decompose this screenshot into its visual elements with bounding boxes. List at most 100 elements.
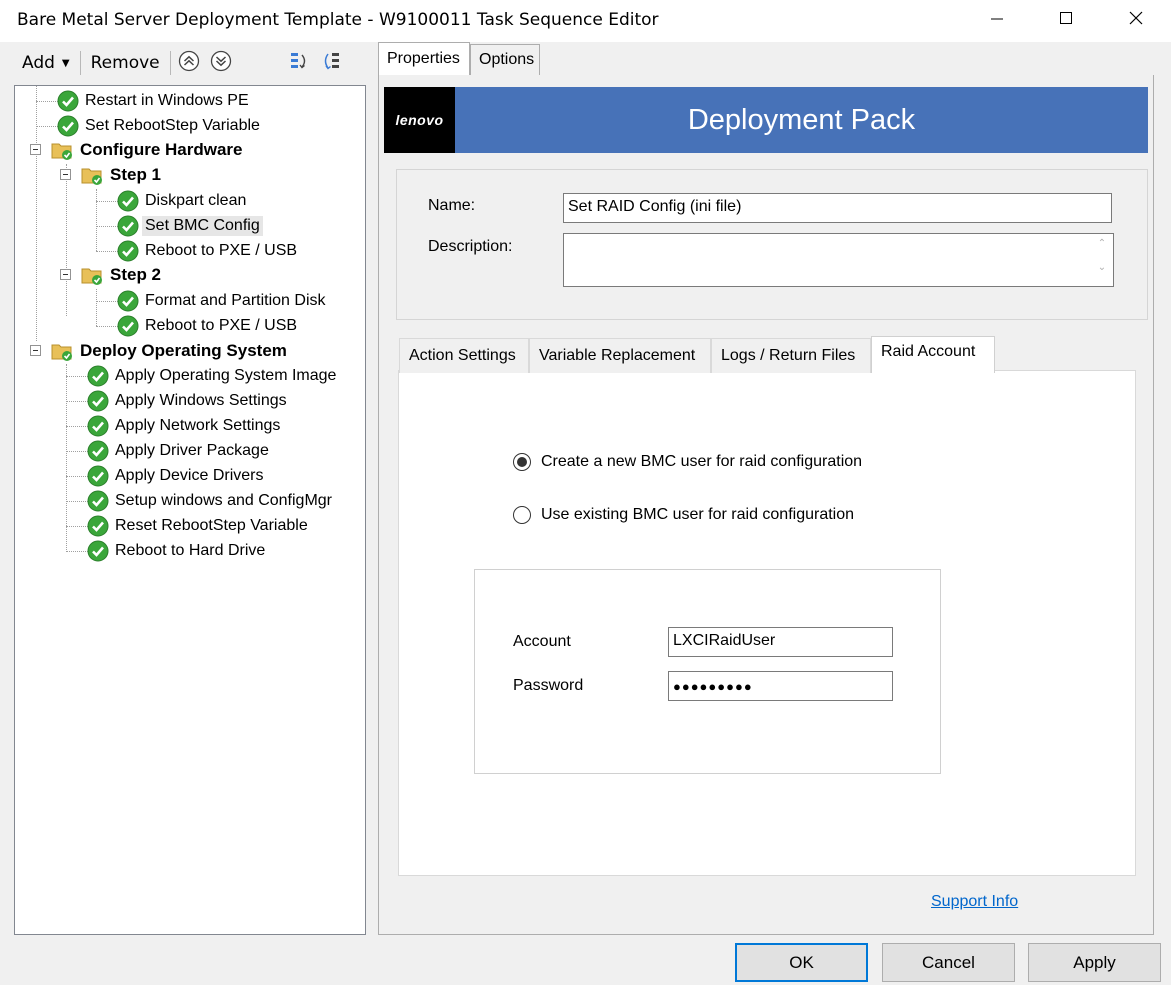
maximize-button[interactable] [1037, 0, 1095, 40]
success-check-icon [87, 365, 109, 387]
scroll-down-icon[interactable]: ⌄ [1095, 262, 1109, 273]
collapse-toggle-deploy-os[interactable] [30, 345, 41, 356]
tree-group[interactable]: Configure Hardware [50, 138, 245, 162]
tree-item[interactable]: Apply Device Drivers [87, 464, 266, 488]
close-button[interactable] [1107, 0, 1165, 40]
sort-icon [320, 50, 342, 77]
ok-button[interactable]: OK [735, 943, 868, 982]
success-check-icon [87, 440, 109, 462]
tree-item-selected[interactable]: Set BMC Config [117, 214, 263, 238]
tree-item-label: Apply Network Settings [115, 417, 281, 434]
tab-properties[interactable]: Properties [378, 42, 470, 75]
close-icon [1129, 11, 1143, 30]
move-up-icon [178, 50, 200, 77]
minimize-button[interactable] [968, 0, 1026, 40]
tree-item[interactable]: Diskpart clean [117, 189, 249, 213]
tree-group[interactable]: Step 2 [80, 263, 164, 287]
tree-item-label: Reboot to Hard Drive [115, 542, 266, 559]
radio-selected-icon [513, 453, 531, 471]
tab-options[interactable]: Options [470, 44, 540, 75]
move-up-button[interactable] [176, 50, 202, 76]
tree-item-label: Reboot to PXE / USB [145, 242, 298, 259]
tree-connector [66, 501, 88, 502]
tree-connector [96, 201, 118, 202]
tree-item[interactable]: Set RebootStep Variable [57, 114, 263, 138]
success-check-icon [117, 190, 139, 212]
tree-connector [36, 86, 37, 341]
success-check-icon [117, 240, 139, 262]
support-info-link[interactable]: Support Info [931, 893, 1018, 911]
collapse-toggle-step-1[interactable] [60, 169, 71, 180]
tree-item[interactable]: Reboot to PXE / USB [117, 314, 300, 338]
description-field[interactable]: ⌃ ⌄ [563, 233, 1114, 287]
move-down-button[interactable] [208, 50, 234, 76]
tree-item-label: Apply Operating System Image [115, 367, 337, 384]
radio-use-existing-user[interactable]: Use existing BMC user for raid configura… [513, 506, 854, 524]
task-sequence-tree[interactable]: Restart in Windows PE Set RebootStep Var… [14, 85, 366, 935]
tree-item[interactable]: Format and Partition Disk [117, 289, 329, 313]
success-check-icon [117, 315, 139, 337]
tree-item[interactable]: Apply Network Settings [87, 414, 283, 438]
tree-item-label: Diskpart clean [145, 192, 247, 209]
tab-action-settings[interactable]: Action Settings [399, 338, 529, 373]
success-check-icon [87, 390, 109, 412]
tree-connector [66, 401, 88, 402]
folder-check-icon [51, 143, 72, 160]
expand-collapse-button[interactable] [286, 50, 312, 76]
cancel-button[interactable]: Cancel [882, 943, 1015, 982]
minimize-icon [990, 11, 1004, 30]
tab-logs-return-files[interactable]: Logs / Return Files [711, 338, 871, 373]
tree-item[interactable]: Apply Driver Package [87, 439, 272, 463]
banner-title: Deployment Pack [687, 103, 916, 136]
tree-connector [96, 326, 118, 327]
name-field[interactable]: Set RAID Config (ini file) [563, 193, 1112, 223]
add-label: Add [22, 53, 55, 73]
tree-item[interactable]: Reboot to PXE / USB [117, 239, 300, 263]
deployment-pack-banner: lenovo Deployment Pack [384, 87, 1148, 153]
success-check-icon [57, 115, 79, 137]
tree-connector [66, 364, 67, 552]
tree-connector [66, 526, 88, 527]
tree-group[interactable]: Step 1 [80, 163, 164, 187]
apply-button[interactable]: Apply [1028, 943, 1161, 982]
tree-item[interactable]: Setup windows and ConfigMgr [87, 489, 335, 513]
tab-raid-account[interactable]: Raid Account [871, 336, 995, 373]
tree-item-label: Reset RebootStep Variable [115, 517, 308, 534]
tree-connector [96, 301, 118, 302]
toolbar-separator [169, 51, 171, 75]
tree-item[interactable]: Apply Operating System Image [87, 364, 339, 388]
radio-create-new-user[interactable]: Create a new BMC user for raid configura… [513, 453, 862, 471]
tree-item[interactable]: Apply Windows Settings [87, 389, 290, 413]
password-field[interactable]: ●●●●●●●●● [668, 671, 893, 701]
tree-item-label: Apply Driver Package [115, 442, 269, 459]
add-button[interactable]: Add ▼ [14, 53, 78, 73]
collapse-toggle-step-2[interactable] [60, 269, 71, 280]
remove-button[interactable]: Remove [83, 53, 168, 73]
success-check-icon [87, 465, 109, 487]
folder-check-icon [81, 268, 102, 285]
toolbar-separator [79, 51, 81, 75]
folder-check-icon [81, 168, 102, 185]
tree-item-label: Apply Windows Settings [115, 392, 287, 409]
description-label: Description: [428, 238, 513, 255]
tree-connector [66, 551, 88, 552]
tree-item[interactable]: Restart in Windows PE [57, 89, 252, 113]
tree-group-label: Configure Hardware [80, 140, 243, 159]
success-check-icon [87, 540, 109, 562]
sort-button[interactable] [318, 50, 344, 76]
tree-item-label: Setup windows and ConfigMgr [115, 492, 333, 509]
success-check-icon [87, 415, 109, 437]
window-title: Bare Metal Server Deployment Template - … [17, 10, 659, 30]
scroll-up-icon[interactable]: ⌃ [1095, 238, 1109, 249]
move-down-icon [210, 50, 232, 77]
tab-variable-replacement[interactable]: Variable Replacement [529, 338, 711, 373]
collapse-toggle-configure-hardware[interactable] [30, 144, 41, 155]
tree-item[interactable]: Reset RebootStep Variable [87, 514, 311, 538]
account-field[interactable]: LXCIRaidUser [668, 627, 893, 657]
tree-group[interactable]: Deploy Operating System [50, 339, 290, 363]
tree-item-label: Apply Device Drivers [115, 467, 264, 484]
title-bar: Bare Metal Server Deployment Template - … [0, 0, 1171, 42]
radio-create-new-user-label: Create a new BMC user for raid configura… [541, 453, 863, 470]
tree-item[interactable]: Reboot to Hard Drive [87, 539, 268, 563]
tree-connector [66, 164, 67, 316]
